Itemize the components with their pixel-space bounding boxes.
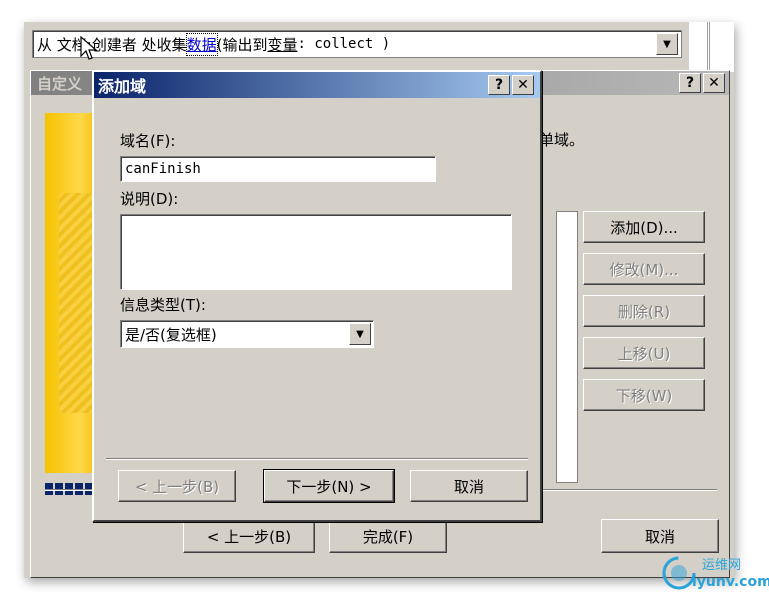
finish-button[interactable]: 完成(F)	[329, 519, 447, 553]
field-name-label: 域名(F):	[120, 132, 176, 150]
rule-text-1: 从 文档:创建者 处收集	[37, 35, 187, 54]
info-type-select[interactable]: 是/否(复选框) ▼	[120, 320, 374, 348]
screenshot-frame: 从 文档:创建者 处收集 数据 (输出到 变量 : collect ) ▼ 自定…	[24, 22, 734, 578]
move-down-button[interactable]: 下移(W)	[583, 379, 705, 411]
description-textarea[interactable]	[120, 214, 512, 290]
field-name-input[interactable]: canFinish	[120, 156, 436, 182]
back-dialog-description: 单域。	[539, 131, 585, 149]
front-dialog-separator	[106, 458, 528, 460]
right-strip	[689, 22, 734, 72]
watermark-url: iyunv.com	[692, 574, 769, 590]
add-field-dialog: 添加域 ? ✕ 域名(F): canFinish 说明(D): 信息类型(T):…	[92, 70, 542, 522]
delete-field-label: 删除(R)	[617, 302, 671, 321]
help-icon: ?	[494, 77, 504, 93]
chevron-down-icon: ▼	[663, 38, 671, 50]
front-dialog-titlebar: 添加域 ? ✕	[94, 72, 540, 98]
front-help-button[interactable]: ?	[488, 75, 510, 95]
add-field-button[interactable]: 添加(D)...	[583, 211, 705, 243]
back-prev-button[interactable]: < 上一步(B)	[183, 519, 315, 553]
move-down-label: 下移(W)	[615, 386, 673, 405]
front-prev-button[interactable]: < 上一步(B)	[118, 470, 236, 502]
add-field-label: 添加(D)...	[610, 218, 678, 237]
field-name-value: canFinish	[125, 161, 201, 177]
front-cancel-button[interactable]: 取消	[410, 470, 528, 502]
chevron-down-icon: ▼	[356, 328, 364, 340]
mouse-cursor-icon	[80, 36, 98, 60]
back-dialog-title: 自定义	[37, 74, 83, 93]
front-cancel-label: 取消	[453, 477, 484, 496]
back-help-button[interactable]: ?	[679, 73, 701, 93]
front-close-button[interactable]: ✕	[512, 75, 534, 95]
back-cancel-label: 取消	[644, 527, 675, 546]
rule-combo[interactable]: 从 文档:创建者 处收集 数据 (输出到 变量 : collect ) ▼	[32, 30, 682, 58]
next-button[interactable]: 下一步(N) >	[263, 469, 395, 503]
modify-field-label: 修改(M)...	[609, 260, 679, 279]
next-label: 下一步(N) >	[286, 477, 372, 496]
rule-text-4: : collect )	[297, 36, 391, 52]
data-link[interactable]: 数据	[185, 32, 218, 56]
close-icon: ✕	[708, 75, 720, 91]
rule-combo-dropdown-button[interactable]: ▼	[656, 33, 678, 55]
back-prev-label: < 上一步(B)	[206, 527, 292, 546]
front-dialog-title: 添加域	[98, 77, 147, 96]
front-prev-label: < 上一步(B)	[134, 477, 220, 496]
modify-field-button[interactable]: 修改(M)...	[583, 253, 705, 285]
rule-text-2: (输出到	[216, 35, 268, 54]
description-label: 说明(D):	[120, 190, 179, 208]
info-type-value: 是/否(复选框)	[125, 325, 217, 344]
move-up-label: 上移(U)	[617, 344, 671, 363]
move-up-button[interactable]: 上移(U)	[583, 337, 705, 369]
info-type-dropdown-button[interactable]: ▼	[349, 323, 371, 345]
watermark: 运维网 iyunv.com	[662, 548, 769, 598]
close-icon: ✕	[517, 77, 529, 93]
watermark-name: 运维网	[702, 558, 742, 573]
help-icon: ?	[685, 75, 695, 91]
finish-label: 完成(F)	[362, 527, 414, 546]
info-type-label: 信息类型(T):	[120, 296, 206, 314]
fields-list[interactable]	[556, 211, 578, 483]
watermark-logo-icon	[662, 556, 696, 590]
delete-field-button[interactable]: 删除(R)	[583, 295, 705, 327]
back-close-button[interactable]: ✕	[703, 73, 725, 93]
variable-link[interactable]: 变量	[267, 34, 297, 55]
